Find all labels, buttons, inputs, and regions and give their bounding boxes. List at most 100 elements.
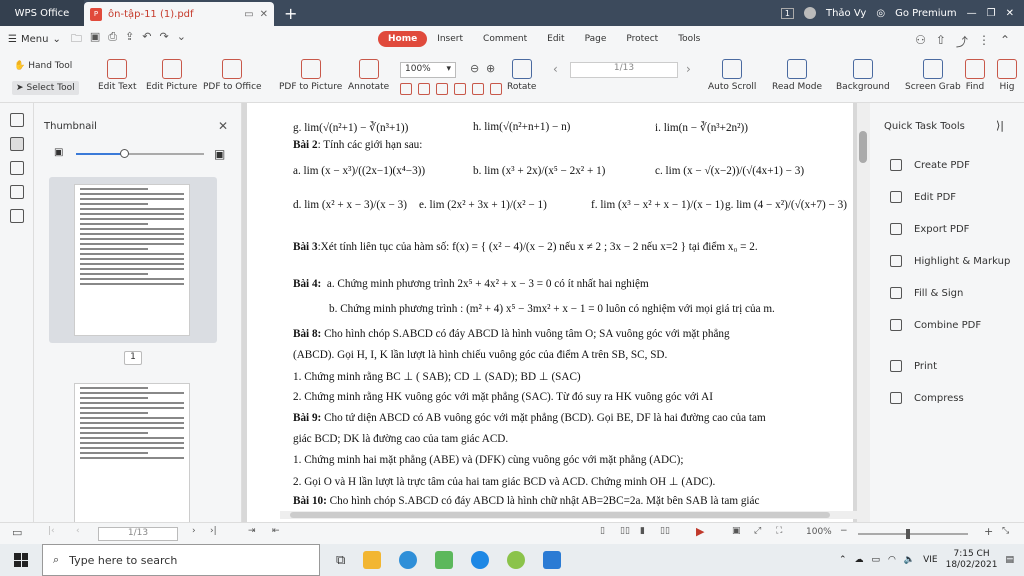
rotate-left-icon[interactable]	[472, 83, 484, 95]
language-indicator[interactable]: VIE	[923, 555, 938, 565]
fill-sign-item[interactable]: Fill & Sign	[890, 287, 963, 299]
find-button[interactable]: Find	[965, 59, 985, 92]
zoom-out-icon[interactable]: ⊖	[470, 62, 479, 75]
tab-page[interactable]: Page	[575, 31, 617, 47]
more-icon[interactable]: ⋮	[978, 33, 990, 50]
print-item[interactable]: Print	[890, 360, 937, 372]
screen-grab-button[interactable]: Screen Grab	[905, 59, 961, 92]
first-page-icon[interactable]: |‹	[48, 526, 55, 536]
file-explorer-icon[interactable]	[363, 551, 382, 569]
word-icon[interactable]	[543, 551, 562, 569]
windows-start-icon[interactable]	[14, 553, 28, 567]
upload-icon[interactable]: ⇧	[936, 33, 946, 50]
edit-text-button[interactable]: Edit Text	[98, 59, 137, 92]
horizontal-scrollbar[interactable]	[280, 511, 860, 519]
read-mode-button[interactable]: Read Mode	[772, 59, 822, 92]
sidebar-toggle-icon[interactable]: ▭	[12, 526, 22, 539]
coccoc-browser-icon[interactable]	[507, 551, 526, 569]
double-page-icon[interactable]	[418, 83, 430, 95]
scrollbar-thumb[interactable]	[290, 512, 830, 518]
close-tab-icon[interactable]: ✕	[260, 9, 268, 20]
notification-icon[interactable]: ▤	[1005, 555, 1014, 565]
scrollbar-thumb[interactable]	[859, 131, 867, 163]
zoom-slider-track[interactable]	[858, 533, 968, 535]
highlight-button[interactable]: Hig	[997, 59, 1017, 92]
vertical-scrollbar[interactable]	[857, 103, 870, 522]
tab-window-icon[interactable]: ▭	[244, 9, 253, 20]
save-icon[interactable]: ▣	[90, 30, 100, 49]
tab-insert[interactable]: Insert	[427, 31, 473, 47]
tab-comment[interactable]: Comment	[473, 31, 537, 47]
window-count-badge[interactable]: 1	[780, 7, 794, 19]
zoom-in-icon[interactable]: ⊕	[486, 62, 495, 75]
continuous-icon[interactable]	[436, 83, 448, 95]
chevron-up-icon[interactable]: ⌃	[839, 555, 847, 565]
collapse-panel-icon[interactable]: ⟩|	[996, 119, 1004, 132]
auto-scroll-button[interactable]: Auto Scroll	[708, 59, 756, 92]
avatar[interactable]	[803, 7, 816, 19]
rotate-right-icon[interactable]	[490, 83, 502, 95]
pdf-to-picture-button[interactable]: PDF to Picture	[279, 59, 342, 92]
highlight-markup-item[interactable]: Highlight & Markup	[890, 255, 1010, 267]
last-page-icon[interactable]: ›|	[210, 526, 217, 536]
expand-icon[interactable]: ⤡	[1002, 526, 1009, 536]
redo-icon[interactable]: ↷	[159, 30, 168, 49]
close-icon[interactable]: ✕	[218, 119, 228, 133]
tab-protect[interactable]: Protect	[616, 31, 668, 47]
previous-page-icon[interactable]: ‹	[76, 526, 80, 536]
single-page-icon[interactable]	[400, 83, 412, 95]
double-page-view-icon[interactable]: ▯▯	[620, 526, 630, 536]
chevron-down-icon[interactable]: ⌄	[177, 30, 186, 49]
fit-width-icon[interactable]: ⇥	[248, 526, 256, 536]
compress-item[interactable]: Compress	[890, 392, 964, 404]
tab-tools[interactable]: Tools	[668, 31, 710, 47]
zoom-select[interactable]: 100% ▾	[400, 62, 456, 78]
play-icon[interactable]: ▶	[696, 525, 704, 538]
clock[interactable]: 7:15 CH 18/02/2021	[946, 549, 998, 571]
continuous-view-icon[interactable]: ▮	[640, 526, 645, 536]
collapse-ribbon-icon[interactable]: ⌃	[1000, 33, 1010, 50]
taskbar-search-input[interactable]: ⌕ Type here to search	[42, 544, 320, 576]
zalo-icon[interactable]	[471, 551, 490, 569]
read-mode-icon[interactable]: ▣	[732, 526, 741, 536]
attachment-icon[interactable]	[9, 161, 24, 175]
previous-page-icon[interactable]: ‹	[553, 62, 558, 76]
zoom-out-icon[interactable]: −	[840, 526, 848, 536]
hand-tool-button[interactable]: ✋ Hand Tool	[14, 61, 72, 71]
zoom-level[interactable]: 100%	[806, 527, 832, 537]
bookmark-icon[interactable]	[9, 113, 24, 127]
fit-icon[interactable]: ⤢	[754, 526, 761, 536]
combine-pdf-item[interactable]: Combine PDF	[890, 319, 981, 331]
fit-page-icon[interactable]: ⇤	[272, 526, 280, 536]
menu-button[interactable]: ☰ Menu ⌄	[8, 34, 61, 45]
edit-pdf-item[interactable]: Edit PDF	[890, 191, 956, 203]
tab-edit[interactable]: Edit	[537, 31, 574, 47]
cloud-icon[interactable]: ☁	[855, 555, 864, 565]
create-pdf-item[interactable]: Create PDF	[890, 159, 970, 171]
background-button[interactable]: Background	[836, 59, 890, 92]
select-tool-button[interactable]: ➤ Select Tool	[12, 81, 79, 95]
user-name[interactable]: Thảo Vy	[826, 8, 866, 19]
minimize-icon[interactable]: —	[967, 8, 977, 19]
signature-icon[interactable]	[9, 185, 24, 199]
user-share-icon[interactable]: ⚇	[915, 33, 926, 50]
next-page-icon[interactable]: ›	[686, 62, 691, 76]
edit-picture-button[interactable]: Edit Picture	[146, 59, 197, 92]
zoom-slider-handle[interactable]	[906, 529, 910, 539]
page-thumbnail-2[interactable]	[74, 383, 190, 523]
slider-handle[interactable]	[120, 149, 129, 158]
annotate-button[interactable]: Annotate	[348, 59, 389, 92]
form-icon[interactable]	[9, 209, 24, 223]
fullscreen-icon[interactable]: ⛶	[776, 526, 782, 536]
next-page-icon[interactable]: ›	[192, 526, 196, 536]
fit-page-icon[interactable]	[454, 83, 466, 95]
page-thumbnail-1[interactable]	[74, 184, 190, 336]
battery-icon[interactable]: ▭	[872, 555, 881, 565]
speaker-icon[interactable]: 🔈	[904, 555, 915, 565]
bluestacks-icon[interactable]	[435, 551, 454, 569]
undo-icon[interactable]: ↶	[142, 30, 151, 49]
share-icon[interactable]: ⤴	[956, 33, 968, 50]
zoom-in-icon[interactable]: +	[984, 525, 993, 538]
go-premium-button[interactable]: Go Premium	[895, 8, 957, 19]
wifi-icon[interactable]: ◠	[888, 555, 896, 565]
